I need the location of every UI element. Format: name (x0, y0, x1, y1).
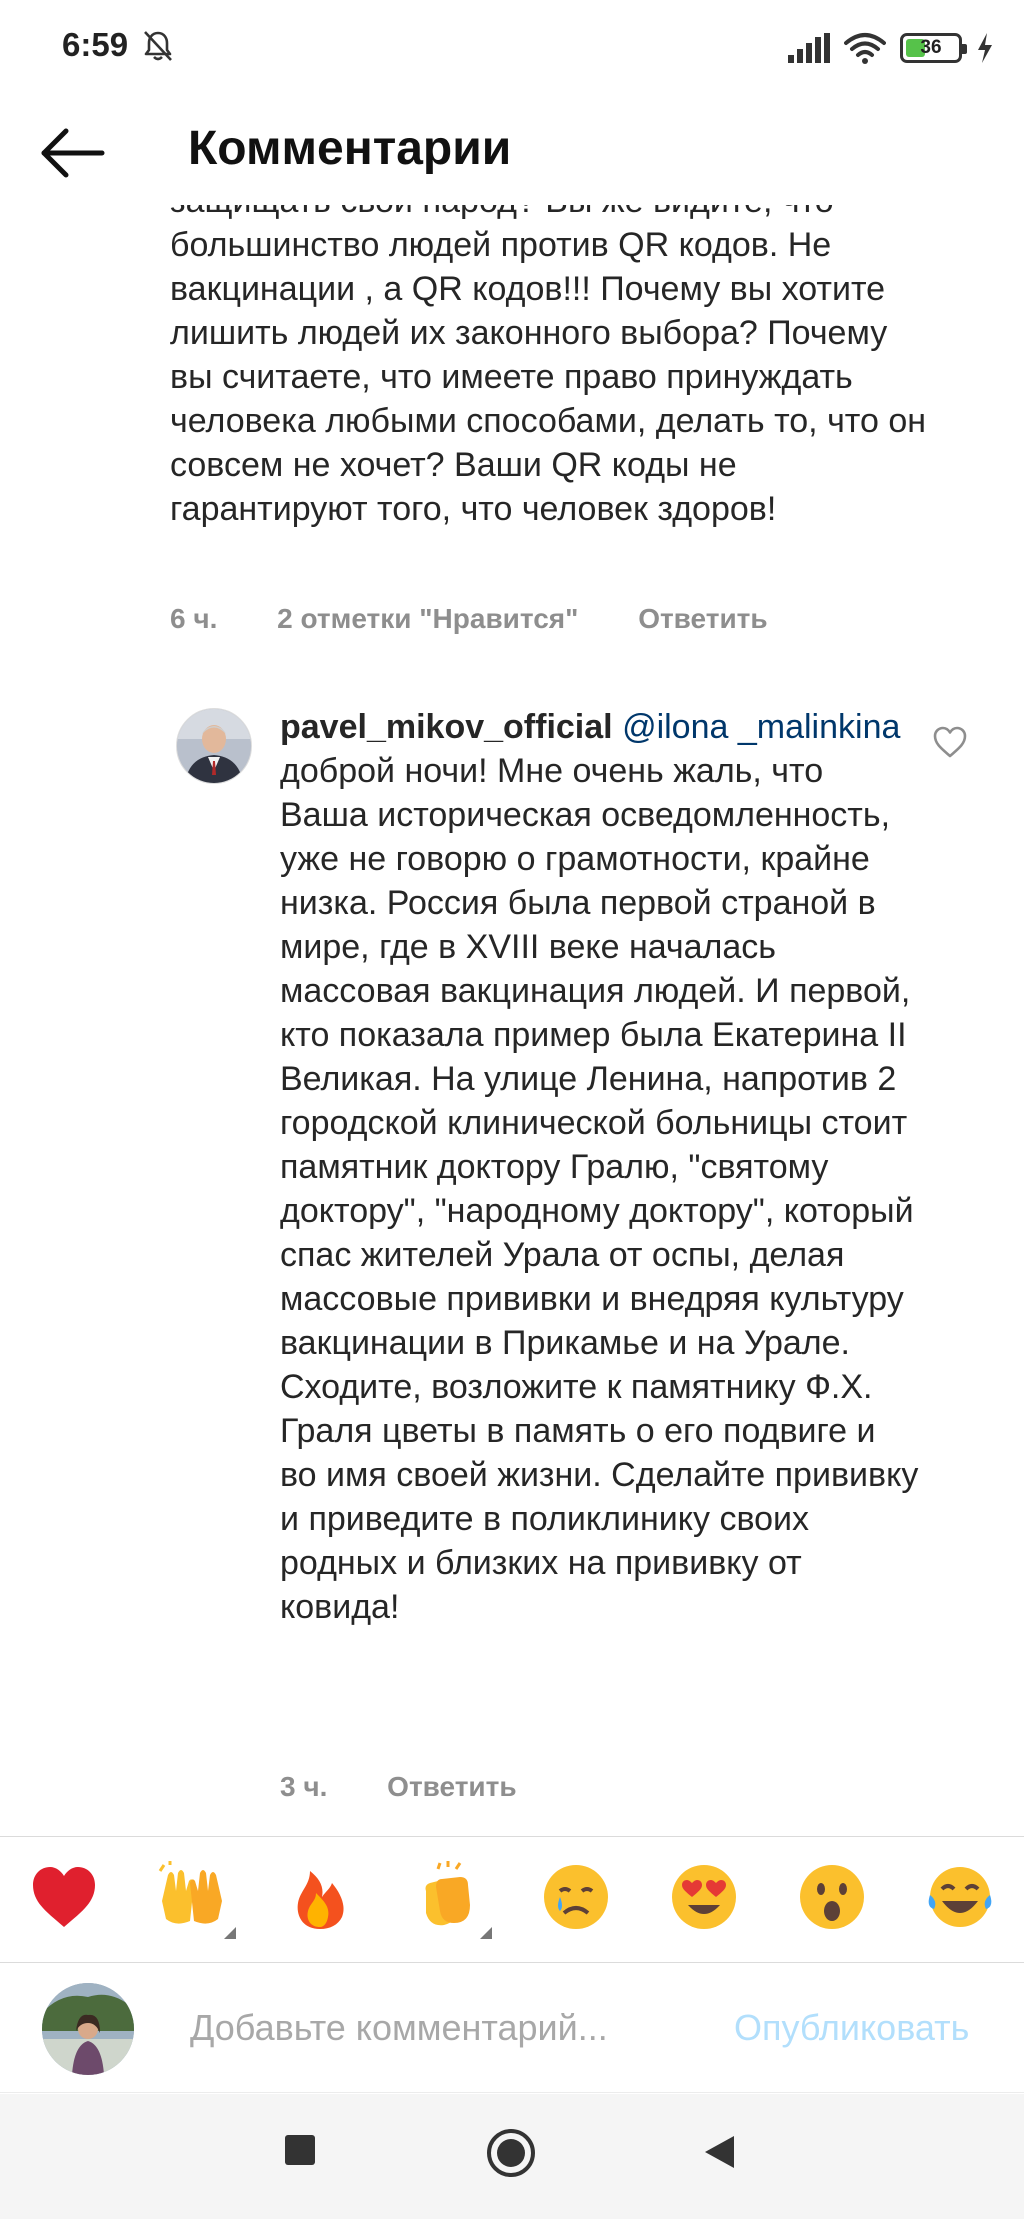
variant-indicator (224, 1927, 236, 1939)
home-button[interactable] (486, 2128, 536, 2178)
publish-button[interactable]: Опубликовать (734, 2007, 969, 2049)
bell-off-icon (144, 31, 172, 61)
profile-photo (42, 1983, 134, 2075)
comment-reply-button[interactable]: Ответить (638, 603, 767, 634)
charging-icon (978, 33, 992, 63)
reply-time: 3 ч. (280, 1771, 328, 1802)
square-icon (285, 2135, 315, 2165)
recents-button[interactable] (284, 2134, 316, 2166)
comment-likes[interactable]: 2 отметки "Нравится" (277, 603, 578, 634)
raising-hands-icon[interactable] (156, 1861, 236, 1939)
astonished-face-icon[interactable] (796, 1861, 868, 1933)
heart-icon[interactable] (932, 725, 968, 759)
status-bar: 6:59 36 (0, 0, 1024, 95)
reply-text: pavel_mikov_official @ilona _malinkina д… (280, 705, 920, 1629)
my-avatar[interactable] (42, 1983, 134, 2075)
wifi-icon (844, 33, 886, 64)
profile-photo (177, 709, 251, 783)
reply-body: доброй ночи! Мне очень жаль, что Ваша ис… (280, 752, 919, 1626)
clapping-hands-icon[interactable] (412, 1861, 492, 1939)
red-heart-icon[interactable] (28, 1861, 100, 1933)
reply-reply-button[interactable]: Ответить (387, 1771, 516, 1802)
comments-list[interactable]: защищать свой народ? Вы же видите, что б… (0, 205, 1024, 1835)
system-nav-bar (0, 2094, 1024, 2219)
comment-text: защищать свой народ? Вы же видите, что б… (170, 205, 927, 528)
heart-eyes-face-icon[interactable] (668, 1861, 740, 1933)
crying-face-icon[interactable] (540, 1861, 612, 1933)
back-nav-button[interactable] (702, 2134, 736, 2170)
emoji-bar (0, 1836, 1024, 1963)
comment-input[interactable] (188, 1997, 712, 2059)
reply-username[interactable]: pavel_mikov_official (280, 708, 613, 746)
header: Комментарии (0, 95, 1024, 205)
fire-icon[interactable] (284, 1861, 356, 1933)
comment-input-bar: Опубликовать (0, 1963, 1024, 2093)
signal-icon (788, 33, 830, 63)
status-time: 6:59 (62, 26, 129, 63)
arrow-left-icon (41, 128, 105, 178)
comment-meta: 6 ч. 2 отметки "Нравится" Ответить (170, 603, 820, 635)
back-button[interactable] (38, 125, 108, 181)
comment-time: 6 ч. (170, 603, 218, 634)
variant-indicator (480, 1927, 492, 1939)
page-title: Комментарии (188, 122, 512, 175)
status-icons: 36 (788, 28, 994, 68)
reply-meta: 3 ч. Ответить (280, 1771, 569, 1803)
avatar[interactable] (176, 708, 252, 784)
battery-percent: 36 (920, 37, 942, 58)
tears-of-joy-face-icon[interactable] (924, 1861, 996, 1933)
reply-mention[interactable]: @ilona _malinkina (622, 708, 900, 746)
battery-icon: 36 (900, 33, 967, 63)
triangle-back-icon (705, 2136, 734, 2168)
